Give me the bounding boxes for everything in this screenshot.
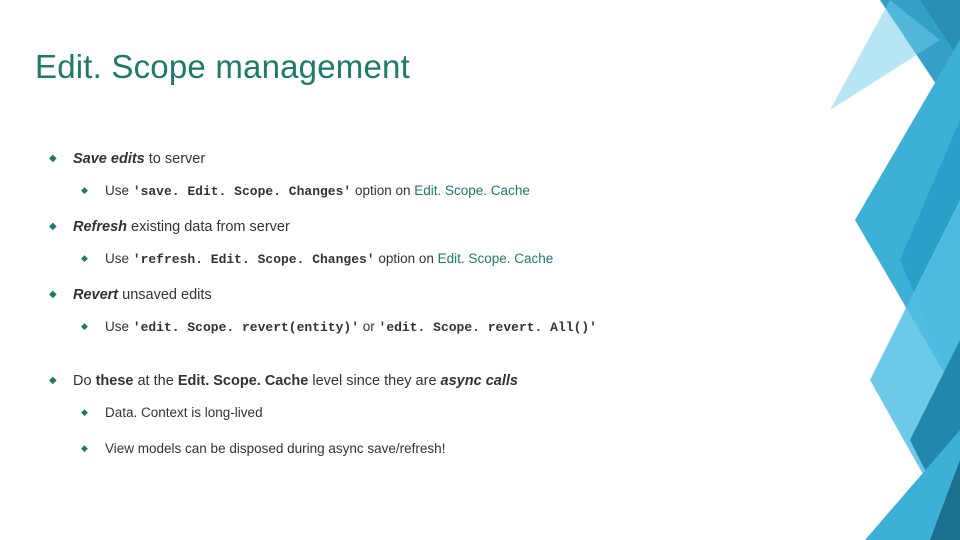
text: Do — [73, 373, 96, 389]
text: at the — [133, 373, 177, 389]
bullet-save-edits: Save edits to server — [45, 150, 765, 170]
slide-content: Save edits to server Use 'save. Edit. Sc… — [45, 150, 765, 476]
subbullet-viewmodels: View models can be disposed during async… — [77, 440, 765, 458]
subbullet-refresh-option: Use 'refresh. Edit. Scope. Changes' opti… — [77, 250, 765, 269]
code-text: 'refresh. Edit. Scope. Changes' — [133, 252, 375, 267]
text: Use — [105, 319, 133, 334]
bullet-text: unsaved edits — [118, 287, 212, 303]
type-ref: Edit. Scope. Cache — [414, 183, 530, 198]
bolditalic-text: async calls — [441, 373, 518, 389]
text: Use — [105, 251, 133, 266]
text: Use — [105, 183, 133, 198]
type-ref: Edit. Scope. Cache — [438, 251, 554, 266]
text: or — [359, 319, 379, 334]
subbullet-revert-methods: Use 'edit. Scope. revert(entity)' or 'ed… — [77, 318, 765, 337]
bullet-async-note: Do these at the Edit. Scope. Cache level… — [45, 372, 765, 392]
bullet-text-bold: Refresh — [73, 219, 127, 235]
code-text: 'edit. Scope. revert. All()' — [379, 320, 597, 335]
bullet-refresh: Refresh existing data from server — [45, 218, 765, 238]
bold-text: these — [96, 373, 134, 389]
text: option on — [375, 251, 438, 266]
bullet-text-bold: Revert — [73, 287, 118, 303]
bullet-text: to server — [145, 151, 205, 167]
text: option on — [351, 183, 414, 198]
decorative-triangles — [760, 0, 960, 540]
bullet-revert: Revert unsaved edits — [45, 286, 765, 306]
text: Data. Context is long-lived — [105, 405, 263, 420]
slide: Edit. Scope management Save edits to ser… — [0, 0, 960, 540]
subbullet-save-option: Use 'save. Edit. Scope. Changes' option … — [77, 182, 765, 201]
bullet-text: existing data from server — [127, 219, 290, 235]
code-text: 'edit. Scope. revert(entity)' — [133, 320, 359, 335]
bold-text: Edit. Scope. Cache — [178, 373, 309, 389]
text: View models can be disposed during async… — [105, 441, 445, 456]
bullet-text-bold: Save edits — [73, 151, 145, 167]
slide-title: Edit. Scope management — [35, 48, 410, 86]
subbullet-datacontext: Data. Context is long-lived — [77, 404, 765, 422]
text: level since they are — [308, 373, 440, 389]
code-text: 'save. Edit. Scope. Changes' — [133, 184, 351, 199]
